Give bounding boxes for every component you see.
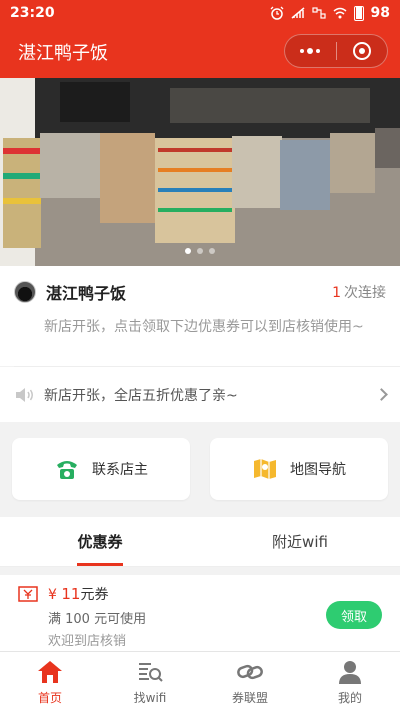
contact-owner-button[interactable]: 联系店主 [12,438,190,500]
shop-avatar [14,281,36,303]
wifi-icon [333,7,346,19]
tab-nearby-wifi[interactable]: 附近wifi [200,517,400,566]
more-dots-icon [300,48,321,54]
coupon-item: ¥ 11元券 满 100 元可使用 欢迎到店核销 领取 [0,575,400,653]
close-mini-program-button[interactable] [337,35,388,67]
coupon-unit: 元券 [80,587,109,603]
connection-label: 次连接 [344,285,386,301]
battery-level: 98 [370,5,390,21]
tab-coupons[interactable]: 优惠券 [0,517,200,566]
nav-profile[interactable]: 我的 [300,652,400,711]
status-bar: 23:20 98 [0,0,400,26]
nav-coupon-alliance-label: 券联盟 [231,690,268,705]
home-icon [38,660,62,683]
coupon-title: ¥ 11元券 [48,584,108,604]
chevron-right-icon [375,388,388,401]
shop-name: 湛江鸭子饭 [46,284,127,303]
map-navigation-button[interactable]: 地图导航 [210,438,388,500]
map-navigation-label: 地图导航 [290,462,346,478]
target-icon [352,42,371,60]
alarm-icon [270,6,283,20]
battery-icon [353,5,364,21]
mini-program-capsule [284,34,388,68]
page-title: 湛江鸭子饭 [18,43,108,64]
signal-off-icon [291,7,304,19]
nav-bar: 湛江鸭子饭 [0,26,400,78]
contact-owner-label: 联系店主 [92,462,148,478]
connection-number: 1 [332,285,341,301]
status-time: 23:20 [10,5,55,21]
network-icon [311,7,326,19]
user-icon [339,660,361,684]
connection-count: 1 次连接 [332,282,386,302]
coupon-currency: ¥ [48,587,57,603]
shop-info-card: 湛江鸭子饭 1 次连接 新店开张，点击领取下边优惠券可以到店核销使用~ [0,266,400,366]
action-row: 联系店主 地图导航 [12,438,388,500]
phone-icon [57,461,77,479]
nav-home-label: 首页 [37,690,62,705]
banner-pagination [0,248,400,254]
store-photo [0,78,400,266]
coupon-condition: 满 100 元可使用 [48,612,147,627]
search-list-icon [139,662,163,682]
speaker-icon [16,387,33,402]
notice-text: 新店开张，全店五折优惠了亲~ [44,387,238,404]
coupon-note: 欢迎到店核销 [48,634,127,649]
nav-find-wifi-label: 找wifi [133,690,167,705]
nav-home[interactable]: 首页 [0,652,100,711]
nav-coupon-alliance[interactable]: 券联盟 [200,652,300,711]
shop-description: 新店开张，点击领取下边优惠券可以到店核销使用~ [44,319,364,335]
bottom-tab-bar: 首页 找wifi 券联盟 我的 [0,651,400,711]
notice-bar[interactable]: 新店开张，全店五折优惠了亲~ [0,367,400,422]
nav-profile-label: 我的 [337,690,362,705]
coupon-amount: 11 [61,585,81,603]
status-icons: 98 [270,5,390,21]
content-tabs: 优惠券 附近wifi [0,517,400,567]
link-icon [237,664,263,679]
map-icon [254,459,276,479]
coupon-icon [18,586,38,602]
nav-find-wifi[interactable]: 找wifi [100,652,200,711]
claim-coupon-button[interactable]: 领取 [326,601,382,629]
store-banner[interactable] [0,78,400,266]
more-button[interactable] [285,35,336,67]
